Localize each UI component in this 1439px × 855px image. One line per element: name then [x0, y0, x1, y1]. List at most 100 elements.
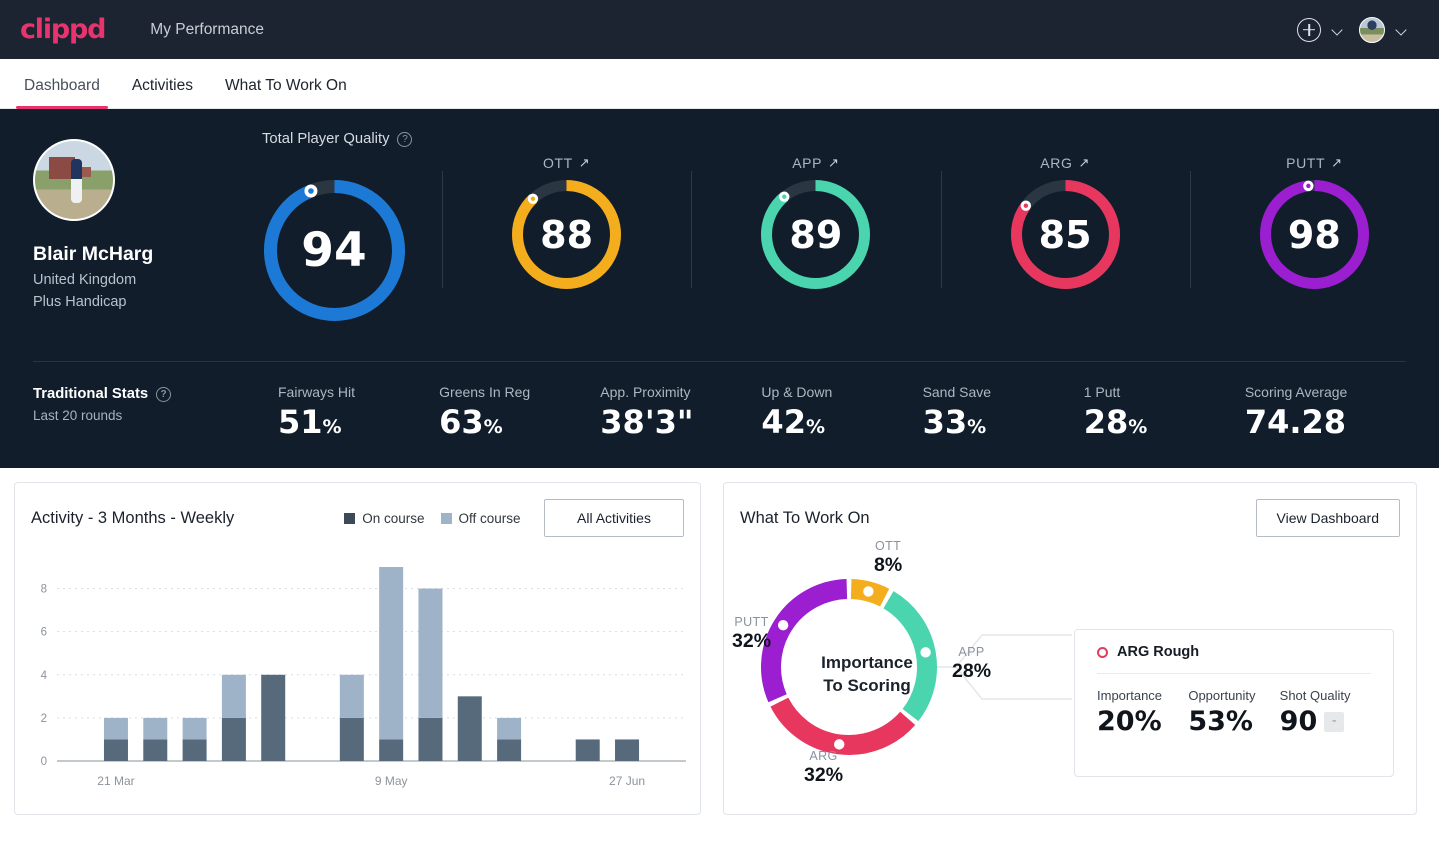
stat-sand-save: Sand Save 33% [923, 384, 1084, 438]
gauge-arg[interactable]: ARG ↗ 85 [940, 153, 1190, 296]
profile-chevron-down-icon[interactable] [1395, 23, 1409, 37]
all-activities-button[interactable]: All Activities [544, 499, 684, 537]
performance-hero: Blair McHarg United Kingdom Plus Handica… [0, 109, 1439, 468]
legend-swatch [344, 512, 356, 524]
gauge-putt[interactable]: PUTT ↗ 98 [1189, 153, 1439, 296]
traditional-stats-section: Traditional Stats ? Last 20 rounds Fairw… [0, 362, 1439, 468]
donut-label-key: PUTT [734, 615, 769, 629]
detail-shot-name: ARG Rough [1117, 644, 1200, 660]
donut-label-key: OTT [874, 539, 902, 553]
stat-greens-in-reg: Greens In Reg 63% [439, 384, 600, 438]
legend-label: Off course [458, 510, 521, 526]
stat-value: 42% [761, 403, 825, 441]
donut-label-key: APP [958, 645, 985, 659]
tpq-text: Total Player Quality [262, 131, 390, 147]
add-plus-circle-icon[interactable] [1297, 17, 1321, 42]
activity-legend: On course Off course [344, 510, 521, 526]
gauge-value-arg: 85 [1038, 212, 1092, 257]
question-mark-icon[interactable]: ? [156, 386, 172, 402]
svg-text:0: 0 [41, 756, 47, 768]
shot-type-detail-card[interactable]: ARG Rough Importance 20% Opportunity 53%… [1074, 629, 1394, 777]
clippd-logo[interactable]: clippd [20, 16, 107, 43]
donut-svg [761, 579, 1072, 755]
stat-fairways-hit: Fairways Hit 51% [278, 384, 439, 438]
gauge-title-app: APP ↗ [792, 153, 839, 173]
detail-stat-label: Importance [1097, 688, 1163, 703]
activity-bar-chart[interactable]: 0 2 4 6 8 21 Mar 9 May 27 Jun [23, 553, 692, 803]
stat-label: Greens In Reg [439, 384, 531, 400]
detail-stat-value: 20% [1097, 706, 1162, 737]
donut-label-value: 8% [874, 554, 903, 576]
gauge-value-ott: 88 [540, 212, 594, 257]
importance-donut[interactable]: Importance To Scoring [742, 537, 1072, 817]
gauge-ring-tpq: 94 [257, 173, 412, 328]
legend-label: On course [362, 510, 425, 526]
svg-text:27 Jun: 27 Jun [609, 774, 645, 788]
add-chevron-down-icon[interactable] [1331, 23, 1345, 37]
stat-1-putt: 1 Putt 28% [1084, 384, 1245, 438]
gauge-ring-putt: 98 [1253, 173, 1376, 296]
tab-activities[interactable]: Activities [116, 77, 209, 108]
svg-text:21 Mar: 21 Mar [97, 774, 134, 788]
gauge-label: PUTT [1286, 155, 1326, 171]
legend-on-course: On course [344, 510, 425, 526]
stat-label: Up & Down [761, 384, 833, 400]
donut-label-key: ARG [809, 749, 838, 763]
wtwo-title: What To Work On [740, 508, 870, 527]
tab-what-to-work-on[interactable]: What To Work On [209, 77, 363, 108]
quality-gauges: Total Player Quality ? 94 OTT ↗ 88 APP ↗ 89 ARG… [226, 109, 1439, 361]
app-title: My Performance [150, 20, 264, 38]
donut-label-value: 32% [804, 764, 844, 786]
stat-label: App. Proximity [600, 384, 691, 400]
svg-text:2: 2 [41, 713, 47, 725]
stat-app-proximity: App. Proximity 38'3" [600, 384, 761, 438]
traditional-stats-subtitle: Last 20 rounds [33, 408, 123, 423]
stat-value: 38'3" [600, 403, 694, 441]
detail-stat-shot-quality: Shot Quality 90 - [1280, 688, 1371, 735]
gauge-ring-ott: 88 [505, 173, 628, 296]
stat-value: 51% [278, 403, 342, 441]
gauge-ott[interactable]: OTT ↗ 88 [442, 153, 691, 296]
detail-stat-label: Opportunity [1188, 688, 1256, 703]
donut-label-app: APP 28% [952, 645, 991, 683]
circle-outline-icon [1097, 646, 1108, 658]
detail-stat-label: Shot Quality [1279, 688, 1351, 703]
svg-text:6: 6 [41, 627, 47, 639]
stat-label: Sand Save [922, 384, 992, 400]
donut-label-ott: OTT 8% [874, 539, 902, 577]
donut-label-putt: PUTT 32% [732, 615, 771, 653]
detail-stat-opportunity: Opportunity 53% [1188, 688, 1279, 735]
donut-label-value: 32% [732, 630, 772, 652]
gauge-value-putt: 98 [1287, 212, 1341, 257]
stat-label: 1 Putt [1083, 384, 1121, 400]
trend-up-arrow-icon: ↗ [1078, 155, 1090, 170]
stat-value: 74.28 [1244, 403, 1347, 441]
player-avatar [33, 139, 115, 221]
bar-chart-svg: 0 2 4 6 8 21 Mar 9 May 27 Jun [41, 567, 686, 788]
gauge-title-arg: ARG ↗ [1040, 153, 1090, 173]
view-dashboard-button[interactable]: View Dashboard [1255, 499, 1400, 537]
gauge-label: APP [792, 155, 823, 171]
topbar-actions [1297, 16, 1419, 43]
stat-scoring-average: Scoring Average 74.28 [1245, 384, 1406, 438]
top-navigation-bar: clippd My Performance [0, 0, 1439, 59]
shot-quality-badge: - [1324, 711, 1345, 732]
user-avatar[interactable] [1359, 16, 1385, 43]
gauge-tpq[interactable]: 94 [226, 153, 442, 328]
gauge-label: OTT [542, 155, 573, 171]
donut-label-arg: ARG 32% [804, 749, 843, 787]
gauge-app[interactable]: APP ↗ 89 [691, 153, 940, 296]
wtwo-body: Importance To Scoring OTT 8% APP 28% ARG… [724, 537, 1416, 812]
stat-label: Scoring Average [1244, 384, 1348, 400]
activity-title: Activity - 3 Months - Weekly [31, 508, 235, 527]
stat-up-down: Up & Down 42% [761, 384, 922, 438]
stat-unit: % [967, 416, 987, 438]
trend-up-arrow-icon: ↗ [578, 155, 591, 170]
svg-text:9 May: 9 May [375, 774, 408, 788]
question-mark-icon[interactable]: ? [397, 131, 413, 147]
stat-value: 33% [922, 403, 987, 441]
player-handicap: Plus Handicap [33, 294, 127, 310]
traditional-stats-label: Traditional Stats ? Last 20 rounds [33, 384, 278, 423]
tab-dashboard[interactable]: Dashboard [8, 77, 116, 109]
gauge-ring-app: 89 [754, 173, 877, 296]
